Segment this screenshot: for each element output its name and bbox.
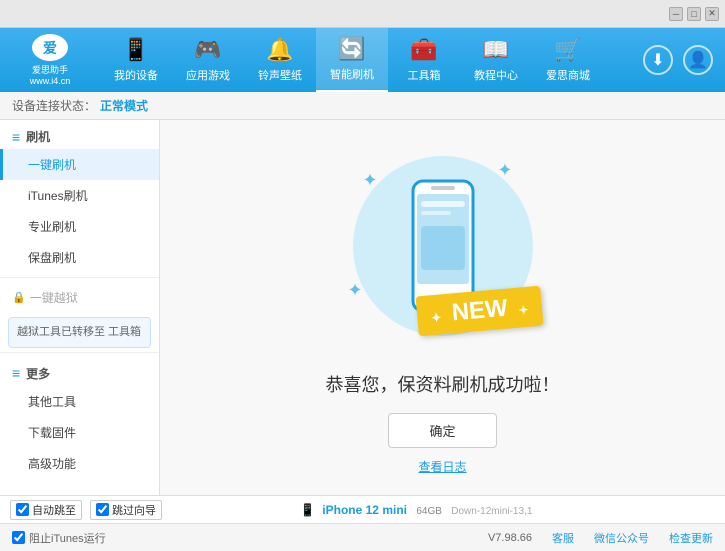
title-bar: ─ □ ✕ [0, 0, 725, 28]
more-section-header: ≡ 更多 [0, 357, 159, 386]
customer-service-link[interactable]: 客服 [552, 530, 574, 546]
maximize-button[interactable]: □ [687, 7, 701, 21]
sidebar-item-pro-flash[interactable]: 专业刷机 [0, 211, 159, 242]
apps-icon: 🎮 [194, 37, 221, 63]
nav-tools-label: 工具箱 [408, 67, 441, 83]
sidebar: ≡ 刷机 一键刷机 iTunes刷机 专业刷机 保盘刷机 🔒 一键越狱 越狱工具… [0, 120, 160, 495]
nav-apps-label: 应用游戏 [186, 67, 230, 83]
device-version: Down-12mini-13,1 [451, 506, 532, 517]
device-icon: 📱 [122, 37, 149, 63]
nav-tutorial-label: 教程中心 [474, 67, 518, 83]
sidebar-item-one-key-flash[interactable]: 一键刷机 [0, 149, 159, 180]
bottom-left: 自动跳至 跳过向导 [10, 500, 290, 520]
status-label: 设备连接状态： [12, 97, 96, 114]
minimize-button[interactable]: ─ [669, 7, 683, 21]
flash-section-header: ≡ 刷机 [0, 120, 159, 149]
auto-jump-checkbox[interactable] [16, 503, 29, 516]
footer-left: 阻止iTunes运行 [12, 530, 106, 546]
sidebar-divider-1 [0, 277, 159, 278]
nav-my-device-label: 我的设备 [114, 67, 158, 83]
status-bar: 设备连接状态： 正常模式 [0, 92, 725, 120]
footer-right: V7.98.66 客服 微信公众号 检查更新 [488, 530, 713, 546]
nav-smart-flash-label: 智能刷机 [330, 66, 374, 82]
notice-box: 越狱工具已转移至 工具箱 [8, 317, 151, 348]
wallpaper-icon: 🔔 [266, 37, 293, 63]
nav-smart-flash[interactable]: 🔄 智能刷机 [316, 28, 388, 92]
confirm-button[interactable]: 确定 [388, 413, 496, 448]
nav-my-device[interactable]: 📱 我的设备 [100, 28, 172, 92]
tools-icon: 🧰 [410, 37, 437, 63]
smart-flash-icon: 🔄 [338, 36, 365, 62]
logo-area: 爱 爱思助手 www.i4.cn [0, 28, 100, 92]
auto-jump-checkbox-label[interactable]: 自动跳至 [10, 500, 82, 520]
sidebar-item-save-flash[interactable]: 保盘刷机 [0, 242, 159, 273]
block-itunes-checkbox[interactable] [12, 531, 25, 544]
sidebar-divider-2 [0, 352, 159, 353]
device-storage: 64GB [416, 506, 442, 517]
store-icon: 🛒 [554, 37, 581, 63]
device-info: 📱 iPhone 12 mini 64GB Down-12mini-13,1 [290, 503, 715, 517]
device-name: iPhone 12 mini [322, 503, 407, 517]
logo-icon: 爱 [32, 34, 68, 61]
flash-section-icon: ≡ [12, 129, 20, 145]
lock-icon: 🔒 [12, 291, 26, 304]
device-icon-small: 📱 [300, 503, 315, 517]
illustration: ✦ ✦ ✦ [333, 140, 553, 351]
block-itunes-label: 阻止iTunes运行 [29, 530, 106, 546]
more-section-icon: ≡ [12, 365, 20, 381]
version-label: V7.98.66 [488, 532, 532, 544]
top-nav: 爱 爱思助手 www.i4.cn 📱 我的设备 🎮 应用游戏 🔔 铃声壁纸 🔄 … [0, 28, 725, 92]
nav-store[interactable]: 🛒 爱思商城 [532, 28, 604, 92]
close-button[interactable]: ✕ [705, 7, 719, 21]
user-button[interactable]: 👤 [683, 45, 713, 75]
locked-jailbreak-header: 🔒 一键越狱 [0, 282, 159, 313]
download-button[interactable]: ⬇ [643, 45, 673, 75]
window-controls[interactable]: ─ □ ✕ [669, 7, 719, 21]
sidebar-item-other-tools[interactable]: 其他工具 [0, 386, 159, 417]
nav-wallpaper-label: 铃声壁纸 [258, 67, 302, 83]
skip-wizard-checkbox-label[interactable]: 跳过向导 [90, 500, 162, 520]
sidebar-item-download-firmware[interactable]: 下载固件 [0, 417, 159, 448]
main-layout: ≡ 刷机 一键刷机 iTunes刷机 专业刷机 保盘刷机 🔒 一键越狱 越狱工具… [0, 120, 725, 495]
nav-wallpaper[interactable]: 🔔 铃声壁纸 [244, 28, 316, 92]
bottom-bar: 自动跳至 跳过向导 📱 iPhone 12 mini 64GB Down-12m… [0, 495, 725, 523]
content-area: ✦ ✦ ✦ [160, 120, 725, 495]
daily-link[interactable]: 查看日志 [418, 458, 466, 475]
skip-wizard-checkbox[interactable] [96, 503, 109, 516]
check-update-link[interactable]: 检查更新 [669, 530, 713, 546]
tutorial-icon: 📖 [482, 37, 509, 63]
nav-tools[interactable]: 🧰 工具箱 [388, 28, 460, 92]
nav-items: 📱 我的设备 🎮 应用游戏 🔔 铃声壁纸 🔄 智能刷机 🧰 工具箱 📖 教程中心… [100, 28, 631, 92]
nav-tutorial[interactable]: 📖 教程中心 [460, 28, 532, 92]
status-value: 正常模式 [100, 97, 148, 114]
wechat-public-link[interactable]: 微信公众号 [594, 530, 649, 546]
logo-subtitle: 爱思助手 www.i4.cn [30, 63, 71, 86]
sidebar-item-itunes-flash[interactable]: iTunes刷机 [0, 180, 159, 211]
nav-store-label: 爱思商城 [546, 67, 590, 83]
nav-apps[interactable]: 🎮 应用游戏 [172, 28, 244, 92]
success-message: 恭喜您，保资料刷机成功啦！ [326, 371, 560, 397]
footer-bar: 阻止iTunes运行 V7.98.66 客服 微信公众号 检查更新 [0, 523, 725, 551]
sidebar-item-advanced[interactable]: 高级功能 [0, 448, 159, 479]
nav-right-area: ⬇ 👤 [631, 28, 725, 92]
